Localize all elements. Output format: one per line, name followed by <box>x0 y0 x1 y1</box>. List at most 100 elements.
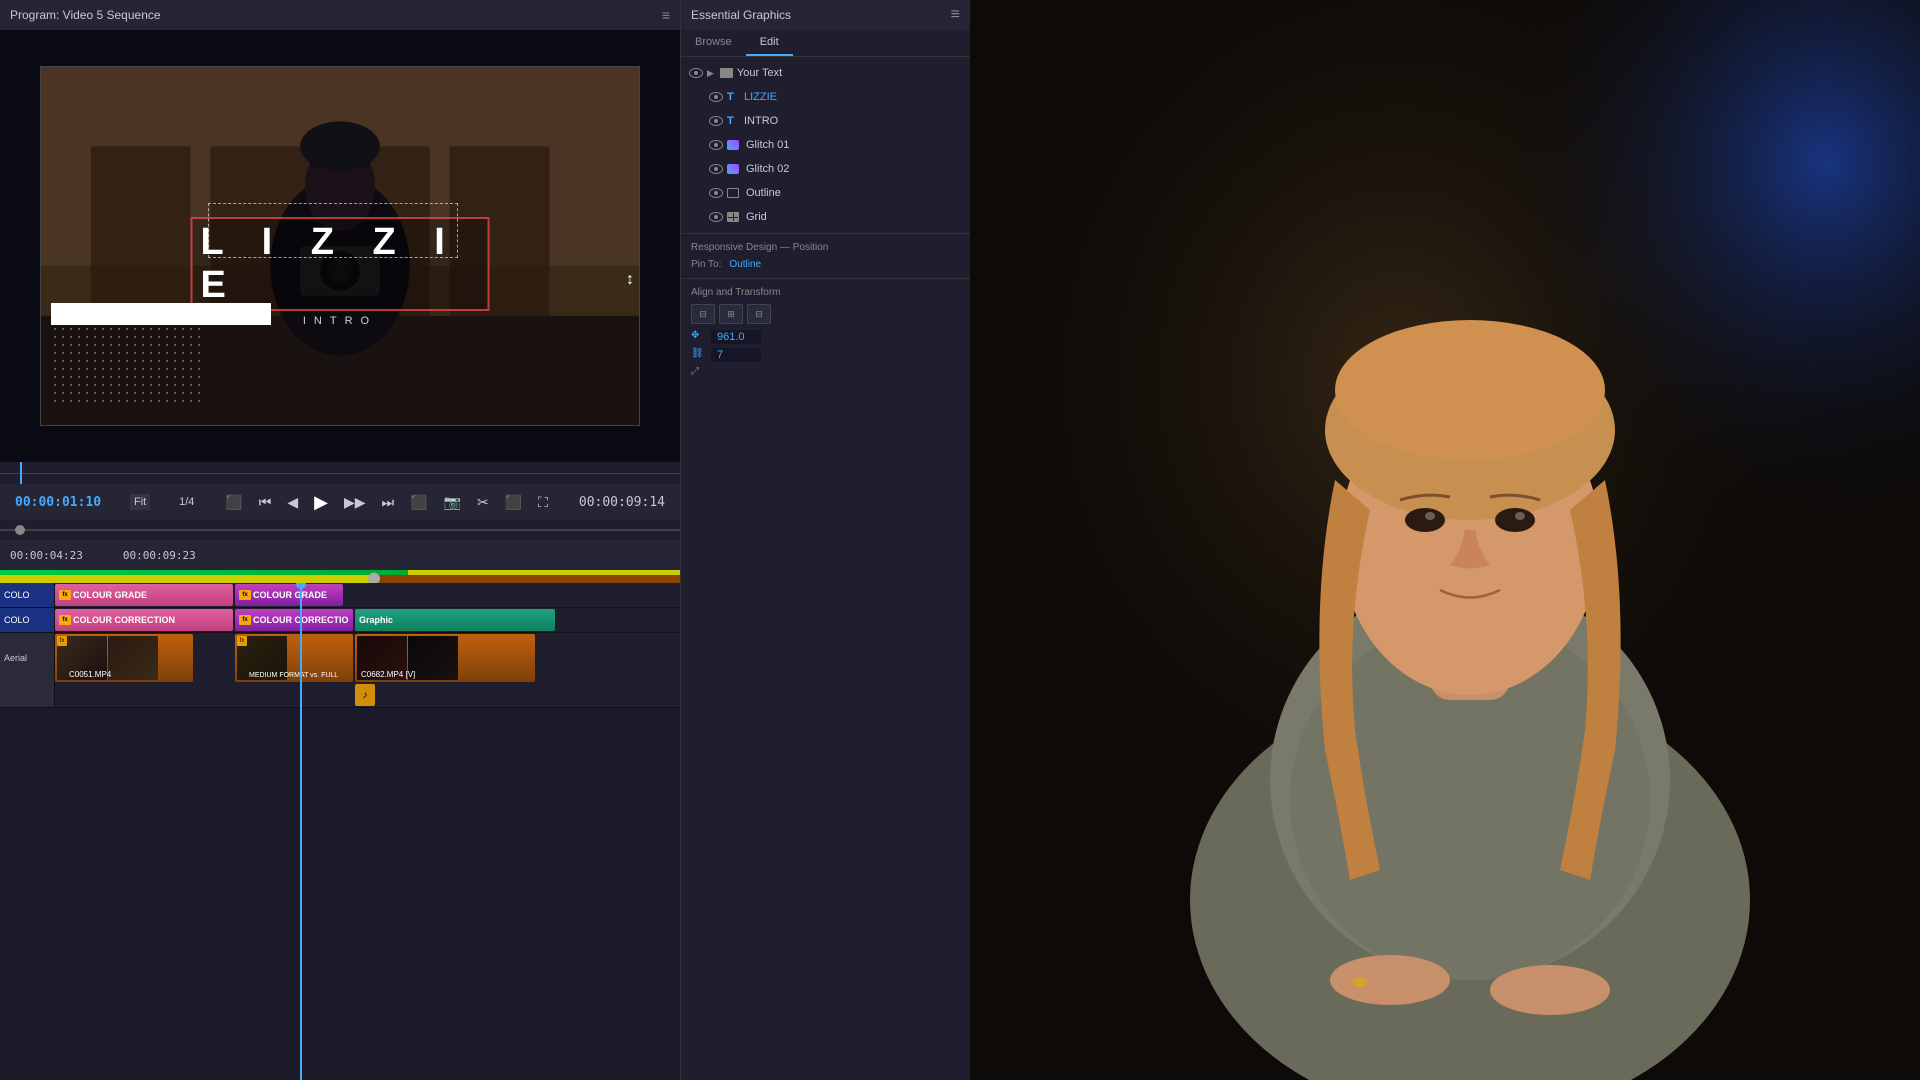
align-transform-section: Align and Transform ⊟ ⊞ ⊟ ✥ 961.0 ⛓ 7 ⤢ <box>681 278 970 388</box>
track-content-audio[interactable]: ♪ <box>55 683 680 707</box>
tab-browse[interactable]: Browse <box>681 30 746 56</box>
clip-fx-icon-2: fx <box>239 590 251 600</box>
eg-layer-intro[interactable]: T INTRO <box>681 109 970 133</box>
responsive-design-section: Responsive Design — Position Pin To: Out… <box>681 233 970 278</box>
clip-label-medium-format: MEDIUM FORMAT vs. FULL <box>249 672 338 679</box>
track-row-v3: COLO fx COLOUR GRADE fx COLOUR G <box>0 583 680 608</box>
coord-y-value[interactable]: 7 <box>711 348 761 362</box>
dot-grid-overlay <box>51 325 201 405</box>
essential-graphics-panel: Essential Graphics ≡ Browse Edit ▶ Your … <box>680 0 970 1080</box>
lizzie-intro-text: INTRO <box>303 315 377 327</box>
clip-colour-correction-2[interactable]: fx COLOUR CORRECTION <box>235 609 353 631</box>
eg-layer-grid[interactable]: Grid <box>681 205 970 229</box>
transform-coords: ✥ 961.0 ⛓ 7 ⤢ <box>691 330 960 380</box>
video-frame: L I Z Z I E INTRO ↕ <box>40 66 640 426</box>
monitor-header: Program: Video 5 Sequence ≡ <box>0 0 680 30</box>
timeline-header: 00:00:04:23 00:00:09:23 <box>0 540 680 570</box>
visibility-icon-0[interactable] <box>689 68 703 78</box>
align-buttons: ⊟ ⊞ ⊟ <box>691 304 960 324</box>
tab-edit[interactable]: Edit <box>746 30 793 56</box>
timebar-line <box>0 473 680 474</box>
eg-menu-icon[interactable]: ≡ <box>951 6 960 24</box>
eg-layer-outline[interactable]: Outline <box>681 181 970 205</box>
play-button[interactable]: ▶ <box>312 490 330 515</box>
frame-forward-button[interactable]: ▶▶ <box>342 492 368 513</box>
clip-thumb-2 <box>108 636 158 680</box>
track-content-v1[interactable]: fx C0051.MP4 fx MEDIUM FORMAT vs. FULL C… <box>55 633 680 683</box>
clip-label-graphic: Graphic <box>359 615 393 625</box>
visibility-icon-2[interactable] <box>709 116 723 126</box>
clip-fx-icon-4: fx <box>239 615 251 625</box>
clip-colour-grade-1[interactable]: fx COLOUR GRADE <box>55 584 233 606</box>
timeline-time-left: 00:00:04:23 <box>10 549 83 562</box>
clip-label-colour-grade-2: COLOUR GRADE <box>253 590 327 600</box>
track-row-v1: Aerial fx C0051.MP4 fx MEDIUM FORMAT vs.… <box>0 633 680 683</box>
step-forward-button[interactable]: ⏭ <box>380 492 397 513</box>
mark-in-button[interactable]: ⬛ <box>223 492 244 513</box>
time-total-display: 00:00:09:14 <box>579 495 665 510</box>
timeline-playhead-line <box>300 583 302 1080</box>
clip-c0682[interactable]: C0682.MP4 [V] <box>355 634 535 682</box>
scrubber-handle[interactable] <box>15 525 25 535</box>
fit-dropdown[interactable]: Fit <box>130 494 150 510</box>
visibility-icon-5[interactable] <box>709 188 723 198</box>
export-button[interactable]: 📷 <box>442 492 463 513</box>
layer-name-5: Outline <box>746 187 962 199</box>
pin-to-label: Pin To: <box>691 259 721 270</box>
visibility-icon-3[interactable] <box>709 140 723 150</box>
scrubber-row[interactable] <box>0 520 680 540</box>
rect-icon-1 <box>727 188 739 198</box>
eg-layer-glitch02[interactable]: Glitch 02 <box>681 157 970 181</box>
track-label-v1: Aerial <box>0 633 55 683</box>
timebar-playhead <box>20 462 22 484</box>
visibility-icon-6[interactable] <box>709 212 723 222</box>
monitor-title: Program: Video 5 Sequence <box>10 8 161 22</box>
photo-panel <box>970 0 1920 1080</box>
responsive-design-title: Responsive Design — Position <box>691 242 960 253</box>
eg-layer-glitch01[interactable]: Glitch 01 <box>681 133 970 157</box>
timeline-time-right: 00:00:09:23 <box>123 549 196 562</box>
trim-button[interactable]: ✂ <box>475 492 491 513</box>
track-content-v3[interactable]: fx COLOUR GRADE fx COLOUR GRADE <box>55 583 680 607</box>
align-center-btn[interactable]: ⊞ <box>719 304 743 324</box>
clip-medium-format[interactable]: fx MEDIUM FORMAT vs. FULL <box>235 634 353 682</box>
monitor-timebar[interactable] <box>0 462 680 484</box>
text-icon-1: T <box>727 91 737 103</box>
clip-icon-6: fx <box>237 636 247 646</box>
eg-layer-lizzie[interactable]: T LIZZIE <box>681 85 970 109</box>
clip-c0051[interactable]: fx C0051.MP4 <box>55 634 193 682</box>
monitor-menu-icon[interactable]: ≡ <box>662 7 670 23</box>
coord-row-x: ✥ 961.0 <box>691 330 960 344</box>
clip-label-c0682: C0682.MP4 [V] <box>361 670 415 679</box>
coord-x-value[interactable]: 961.0 <box>711 330 761 344</box>
clip-colour-grade-2[interactable]: fx COLOUR GRADE <box>235 584 343 606</box>
clip-graphic[interactable]: Graphic <box>355 609 555 631</box>
fullscreen-button[interactable]: ⛶ <box>536 492 550 513</box>
scrubber-track <box>0 529 680 531</box>
track-content-v2[interactable]: fx COLOUR CORRECTION fx COLOUR CORRECTIO… <box>55 608 680 632</box>
visibility-icon-4[interactable] <box>709 164 723 174</box>
track-row-audio: ♪ <box>0 683 680 708</box>
page-indicator[interactable]: 1/4 <box>179 496 194 508</box>
clip-label-c0051: C0051.MP4 <box>69 670 111 679</box>
insert-button[interactable]: ⬛ <box>503 492 524 513</box>
folder-icon-0 <box>720 68 733 78</box>
video-preview-area: L I Z Z I E INTRO ↕ <box>0 30 680 462</box>
step-back-button[interactable]: ⏮ <box>257 492 274 513</box>
frame-back-button[interactable]: ◀ <box>285 492 300 513</box>
align-left-btn[interactable]: ⊟ <box>691 304 715 324</box>
clip-fx-icon: fx <box>59 590 71 600</box>
playback-controls: ⬛ ⏮ ◀ ▶ ▶▶ ⏭ ⬛ 📷 ✂ ⬛ ⛶ <box>223 490 550 515</box>
align-right-btn[interactable]: ⊟ <box>747 304 771 324</box>
chevron-icon-0: ▶ <box>707 68 714 79</box>
text-icon-2: T <box>727 115 737 127</box>
clip-colour-correction-1[interactable]: fx COLOUR CORRECTION <box>55 609 233 631</box>
monitor-controls-row: 00:00:01:10 Fit 1/4 ⬛ ⏮ ◀ ▶ ▶▶ ⏭ ⬛ 📷 ✂ ⬛… <box>0 484 680 520</box>
mark-out-button[interactable]: ⬛ <box>408 492 429 513</box>
glitch-icon-2 <box>727 164 739 174</box>
pin-to-value[interactable]: Outline <box>729 259 761 270</box>
eg-layer-your-text[interactable]: ▶ Your Text <box>681 61 970 85</box>
visibility-icon-1[interactable] <box>709 92 723 102</box>
clip-icon-5: fx <box>57 636 67 646</box>
work-area-bar[interactable] <box>0 575 680 583</box>
